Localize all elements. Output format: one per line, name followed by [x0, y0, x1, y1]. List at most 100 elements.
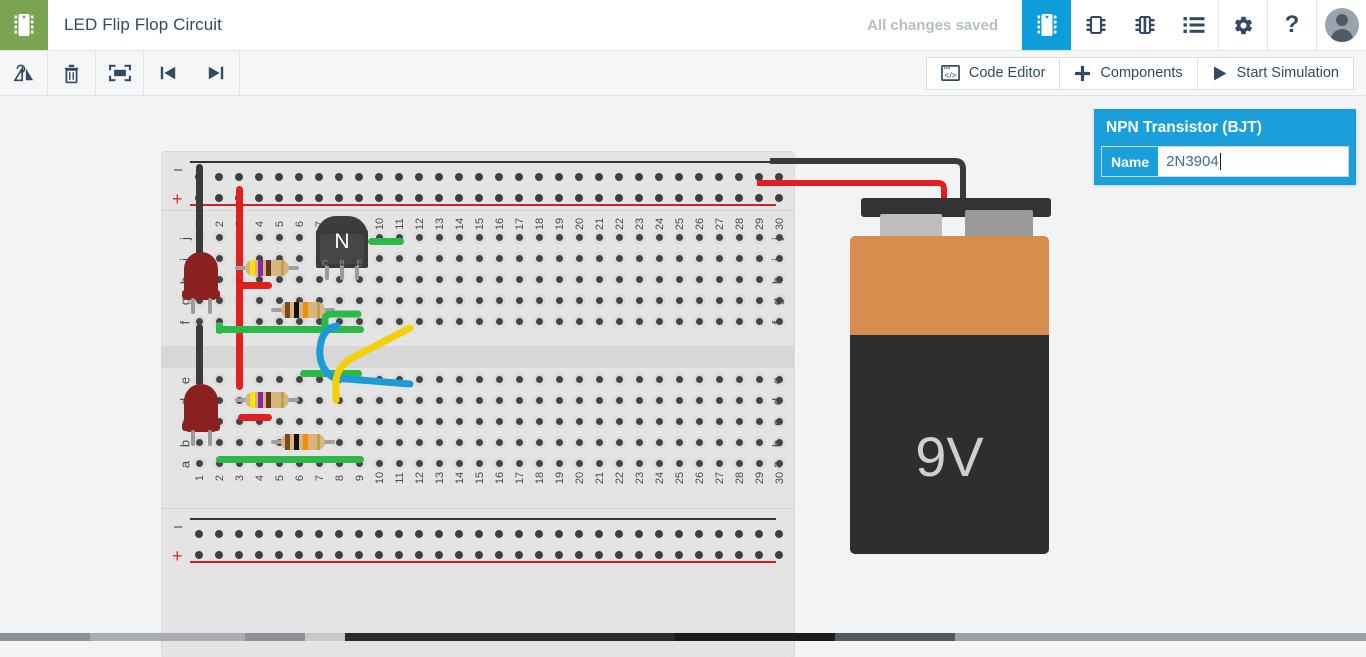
power-rail-hole[interactable] — [515, 194, 523, 202]
breadboard-hole[interactable] — [373, 394, 386, 407]
power-rail-hole[interactable] — [275, 194, 283, 202]
breadboard-hole[interactable] — [533, 294, 546, 307]
power-rail-hole[interactable] — [775, 173, 783, 181]
power-rail-hole[interactable] — [675, 173, 683, 181]
breadboard-hole[interactable] — [353, 436, 366, 449]
power-rail-hole[interactable] — [775, 194, 783, 202]
breadboard-hole[interactable] — [553, 231, 566, 244]
power-rail-hole[interactable] — [615, 530, 623, 538]
power-rail-hole[interactable] — [495, 530, 503, 538]
power-rail-hole[interactable] — [475, 530, 483, 538]
power-rail-hole[interactable] — [655, 194, 663, 202]
breadboard-hole[interactable] — [493, 394, 506, 407]
power-rail-hole[interactable] — [295, 194, 303, 202]
breadboard-hole[interactable] — [433, 457, 446, 470]
breadboard-hole[interactable] — [593, 252, 606, 265]
components-button[interactable]: Components — [1059, 56, 1198, 90]
power-rail-hole[interactable] — [335, 530, 343, 538]
power-rail-hole[interactable] — [415, 530, 423, 538]
power-rail-hole[interactable] — [215, 551, 223, 559]
power-rail-hole[interactable] — [635, 530, 643, 538]
breadboard-hole[interactable] — [733, 252, 746, 265]
breadboard-hole[interactable] — [513, 315, 526, 328]
breadboard-hole[interactable] — [553, 436, 566, 449]
power-rail-hole[interactable] — [255, 173, 263, 181]
breadboard-hole[interactable] — [453, 252, 466, 265]
power-rail-hole[interactable] — [515, 551, 523, 559]
power-rail-hole[interactable] — [195, 551, 203, 559]
breadboard-hole[interactable] — [553, 394, 566, 407]
breadboard-hole[interactable] — [493, 436, 506, 449]
led-top[interactable] — [182, 252, 220, 314]
breadboard-hole[interactable] — [633, 294, 646, 307]
power-rail-hole[interactable] — [355, 530, 363, 538]
breadboard-hole[interactable] — [373, 436, 386, 449]
power-rail-hole[interactable] — [255, 530, 263, 538]
circuit-canvas[interactable]: NPN Transistor (BJT) Name 2N3904 – + – + — [0, 96, 1366, 657]
power-rail-hole[interactable] — [535, 194, 543, 202]
breadboard-hole[interactable] — [373, 294, 386, 307]
breadboard-hole[interactable] — [473, 415, 486, 428]
power-rail-hole[interactable] — [335, 173, 343, 181]
breadboard-hole[interactable] — [653, 315, 666, 328]
breadboard-hole[interactable] — [693, 394, 706, 407]
breadboard-hole[interactable] — [613, 436, 626, 449]
breadboard-hole[interactable] — [633, 273, 646, 286]
breadboard-hole[interactable] — [493, 231, 506, 244]
power-rail-hole[interactable] — [395, 173, 403, 181]
power-rail-hole[interactable] — [615, 173, 623, 181]
breadboard-hole[interactable] — [433, 231, 446, 244]
breadboard-hole[interactable] — [753, 315, 766, 328]
power-rail-hole[interactable] — [215, 530, 223, 538]
power-rail-hole[interactable] — [375, 530, 383, 538]
breadboard-hole[interactable] — [513, 231, 526, 244]
power-rail-hole[interactable] — [655, 530, 663, 538]
power-rail-hole[interactable] — [695, 194, 703, 202]
power-rail-hole[interactable] — [735, 551, 743, 559]
breadboard-hole[interactable] — [573, 415, 586, 428]
power-rail-hole[interactable] — [255, 194, 263, 202]
breadboard-hole[interactable] — [433, 294, 446, 307]
power-rail-hole[interactable] — [675, 551, 683, 559]
breadboard-hole[interactable] — [433, 315, 446, 328]
power-rail-hole[interactable] — [255, 551, 263, 559]
breadboard-hole[interactable] — [493, 315, 506, 328]
breadboard-hole[interactable] — [693, 457, 706, 470]
breadboard-hole[interactable] — [733, 273, 746, 286]
power-rail-hole[interactable] — [275, 551, 283, 559]
breadboard-hole[interactable] — [553, 315, 566, 328]
breadboard-hole[interactable] — [393, 373, 406, 386]
breadboard-hole[interactable] — [513, 415, 526, 428]
power-rail-hole[interactable] — [315, 173, 323, 181]
breadboard-hole[interactable] — [753, 231, 766, 244]
power-rail-hole[interactable] — [555, 530, 563, 538]
breadboard-hole[interactable] — [733, 231, 746, 244]
breadboard-hole[interactable] — [653, 415, 666, 428]
power-rail-hole[interactable] — [455, 194, 463, 202]
breadboard-hole[interactable] — [673, 394, 686, 407]
breadboard-hole[interactable] — [253, 231, 266, 244]
breadboard-hole[interactable] — [533, 252, 546, 265]
breadboard-hole[interactable] — [513, 394, 526, 407]
breadboard-hole[interactable] — [373, 252, 386, 265]
breadboard-hole[interactable] — [533, 315, 546, 328]
breadboard-hole[interactable] — [433, 373, 446, 386]
breadboard-hole[interactable] — [493, 373, 506, 386]
resistor-top-1[interactable] — [235, 260, 299, 276]
breadboard-hole[interactable] — [713, 315, 726, 328]
breadboard-hole[interactable] — [453, 294, 466, 307]
breadboard-hole[interactable] — [413, 373, 426, 386]
breadboard-hole[interactable] — [713, 273, 726, 286]
power-rail-hole[interactable] — [435, 551, 443, 559]
breadboard-hole[interactable] — [753, 252, 766, 265]
power-rail-hole[interactable] — [735, 194, 743, 202]
breadboard-hole[interactable] — [293, 415, 306, 428]
power-rail-hole[interactable] — [455, 530, 463, 538]
power-rail-hole[interactable] — [595, 530, 603, 538]
breadboard-hole[interactable] — [313, 394, 326, 407]
power-rail-hole[interactable] — [415, 551, 423, 559]
power-rail-hole[interactable] — [475, 173, 483, 181]
breadboard-hole[interactable] — [353, 415, 366, 428]
power-rail-hole[interactable] — [515, 173, 523, 181]
breadboard-hole[interactable] — [413, 457, 426, 470]
